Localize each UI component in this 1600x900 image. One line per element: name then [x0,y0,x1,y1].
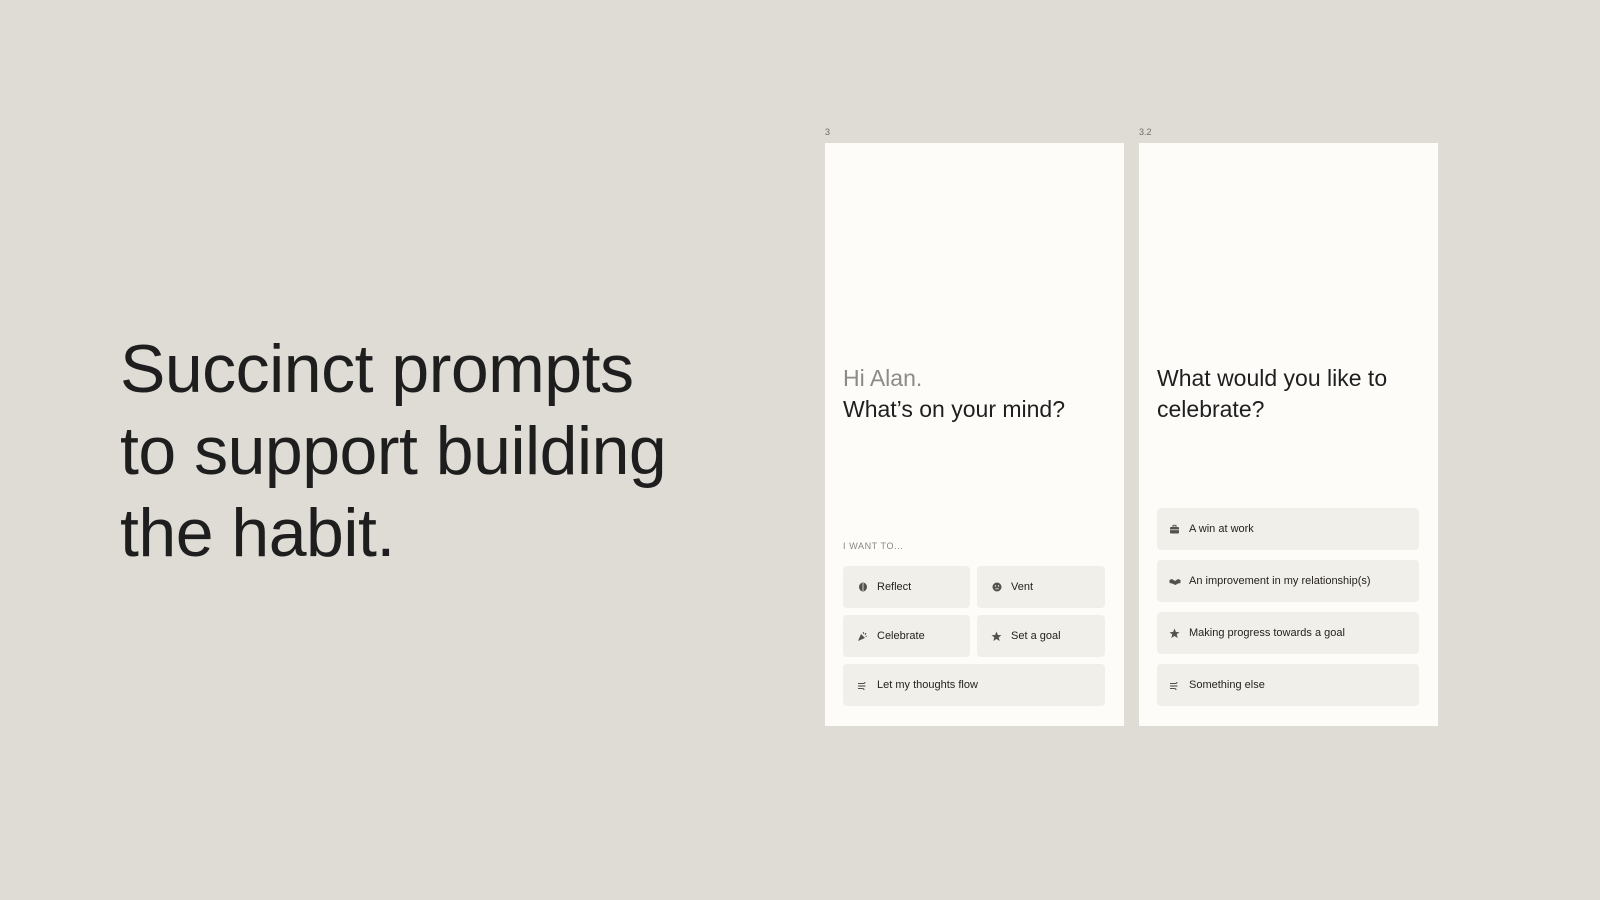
relationship-improvement-label: An improvement in my relationship(s) [1189,575,1371,587]
headline-line-3: the habit. [120,495,395,571]
win-at-work-label: A win at work [1189,523,1254,535]
frame-label-1: 3 [825,127,831,137]
vent-button[interactable]: Vent [977,566,1105,608]
greeting: Hi Alan. [843,365,923,391]
something-else-button[interactable]: Something else [1157,664,1419,706]
face-icon [991,582,1002,593]
star-icon [1169,628,1180,639]
celebrate-button[interactable]: Celebrate [843,615,970,657]
win-at-work-button[interactable]: A win at work [1157,508,1419,550]
mind-question: What’s on your mind? [843,396,1066,422]
reflect-label: Reflect [877,581,912,593]
something-else-label: Something else [1189,679,1265,691]
section-label: I WANT TO... [843,541,904,551]
thoughts-flow-label: Let my thoughts flow [877,679,978,691]
phone-screen-2: What would you like to celebrate? A win … [1139,143,1438,726]
thoughts-flow-button[interactable]: Let my thoughts flow [843,664,1105,706]
celebrate-label: Celebrate [877,630,925,642]
goal-progress-label: Making progress towards a goal [1189,627,1345,639]
phone-screen-1: Hi Alan. What’s on your mind? I WANT TO.… [825,143,1124,726]
frame-label-2: 3.2 [1139,127,1152,137]
goal-progress-button[interactable]: Making progress towards a goal [1157,612,1419,654]
thoughts-icon [1169,680,1180,691]
vent-label: Vent [1011,581,1034,593]
thoughts-icon [857,680,868,691]
star-icon [991,631,1002,642]
headline: Succinct prompts to support building the… [120,328,760,574]
headline-line-2: to support building [120,413,667,489]
relationship-improvement-button[interactable]: An improvement in my relationship(s) [1157,560,1419,602]
handshake-icon [1169,576,1181,587]
party-icon [857,631,868,642]
headline-line-1: Succinct prompts [120,331,634,407]
briefcase-icon [1169,524,1180,535]
celebrate-question: What would you like to celebrate? [1157,365,1388,422]
reflect-button[interactable]: Reflect [843,566,970,608]
brain-icon [857,582,868,593]
set-goal-label: Set a goal [1011,630,1061,642]
set-goal-button[interactable]: Set a goal [977,615,1105,657]
